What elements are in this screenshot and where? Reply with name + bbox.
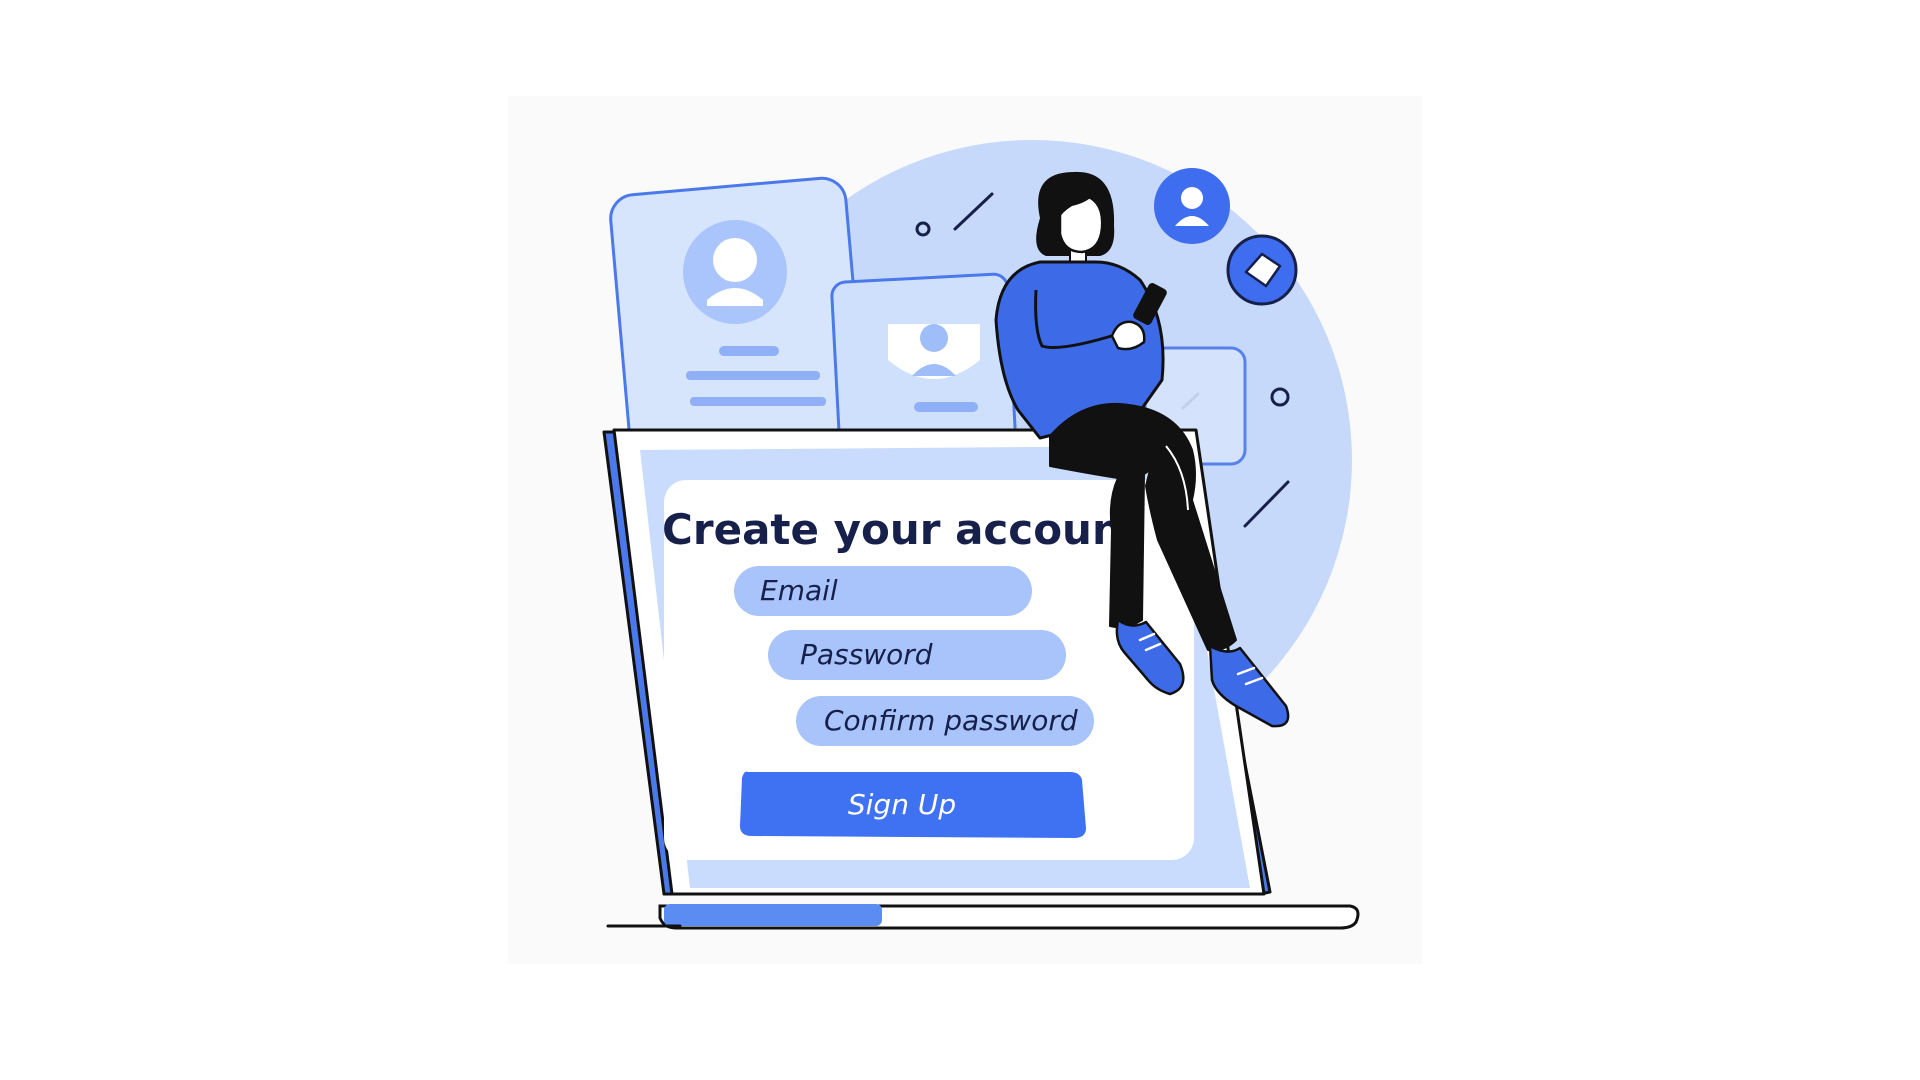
email-field[interactable]: Email bbox=[734, 566, 1032, 616]
user-icon bbox=[1154, 168, 1230, 244]
confirm-password-field[interactable]: Confirm password bbox=[796, 696, 1094, 746]
profile-avatar-icon bbox=[683, 220, 787, 324]
profile-card bbox=[609, 176, 867, 466]
email-placeholder: Email bbox=[760, 574, 838, 607]
ticket-icon bbox=[1226, 234, 1298, 306]
password-placeholder: Password bbox=[800, 638, 933, 671]
sign-up-button[interactable]: Sign Up bbox=[740, 771, 1086, 838]
illustration-canvas: Create your account Email Password Confi… bbox=[508, 96, 1422, 964]
profile-line bbox=[686, 371, 820, 380]
confirm-password-placeholder: Confirm password bbox=[824, 704, 1078, 737]
sign-up-label: Sign Up bbox=[848, 788, 956, 821]
profile-line bbox=[719, 346, 779, 356]
form-title: Create your account bbox=[662, 505, 1142, 554]
id-line bbox=[914, 402, 978, 412]
profile-line bbox=[690, 397, 826, 406]
laptop-base bbox=[606, 904, 1360, 930]
password-field[interactable]: Password bbox=[768, 630, 1066, 680]
